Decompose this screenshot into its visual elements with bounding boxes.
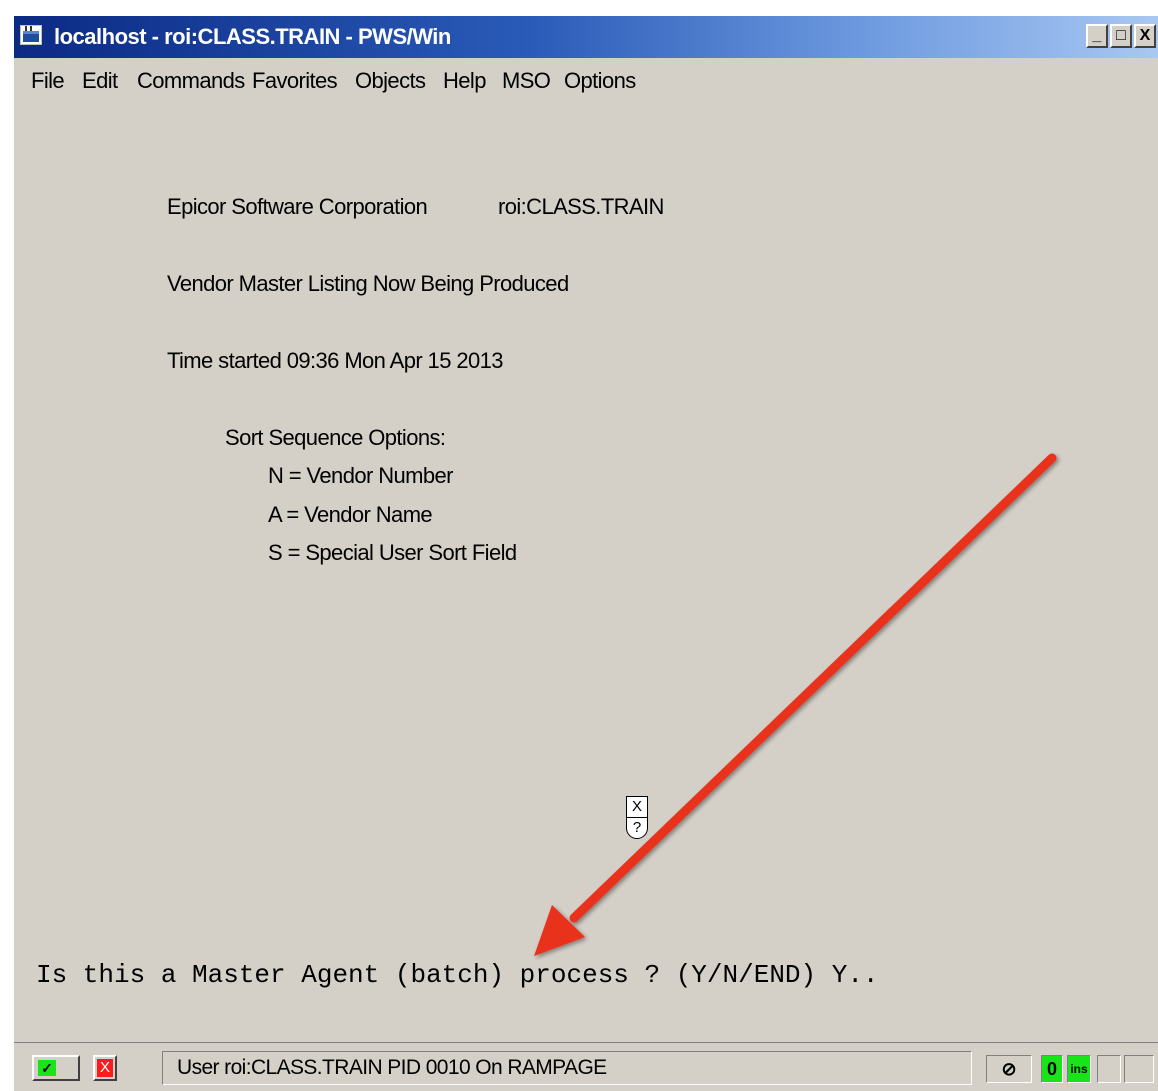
cancel-button[interactable]: X	[93, 1055, 117, 1081]
zero-indicator: 0	[1041, 1055, 1063, 1083]
mouse-cursor-icon: X ?	[626, 796, 648, 840]
maximize-button[interactable]: □	[1110, 24, 1132, 48]
sort-option: N = Vendor Number	[268, 463, 453, 488]
account-name: roi:CLASS.TRAIN	[498, 194, 664, 219]
sort-option: S = Special User Sort Field	[268, 540, 517, 565]
menu-file[interactable]: File	[31, 68, 65, 94]
time-started: Time started 09:36 Mon Apr 15 2013	[167, 348, 503, 373]
session-panel: User roi:CLASS.TRAIN PID 0010 On RAMPAGE	[162, 1051, 972, 1085]
sort-heading: Sort Sequence Options:	[225, 425, 446, 450]
menu-objects[interactable]: Objects	[355, 68, 426, 94]
prohibit-icon: ⊘	[986, 1055, 1032, 1083]
status-indicator-empty	[1097, 1055, 1121, 1083]
menu-bar: File Edit Commands Favorites Objects Hel…	[14, 62, 1158, 102]
app-icon[interactable]	[20, 25, 42, 45]
report-title: Vendor Master Listing Now Being Produced	[167, 271, 569, 296]
menu-edit[interactable]: Edit	[82, 68, 118, 94]
check-icon: ✓	[38, 1060, 56, 1076]
status-indicator-empty	[1124, 1055, 1154, 1083]
close-button[interactable]: X	[1134, 24, 1156, 48]
status-bar: ✓ X User roi:CLASS.TRAIN PID 0010 On RAM…	[14, 1042, 1158, 1091]
menu-mso[interactable]: MSO	[502, 68, 551, 94]
menu-help[interactable]: Help	[443, 68, 486, 94]
pws-window: localhost - roi:CLASS.TRAIN - PWS/Win _ …	[12, 16, 1158, 1091]
window-title: localhost - roi:CLASS.TRAIN - PWS/Win	[54, 24, 451, 49]
close-icon: X	[97, 1059, 113, 1077]
ok-button[interactable]: ✓	[32, 1055, 80, 1081]
sort-option: A = Vendor Name	[268, 502, 433, 527]
company-name: Epicor Software Corporation	[167, 194, 428, 219]
session-info: User roi:CLASS.TRAIN PID 0010 On RAMPAGE	[177, 1056, 607, 1079]
insert-mode-indicator: ins	[1067, 1055, 1091, 1083]
menu-favorites[interactable]: Favorites	[252, 68, 338, 94]
title-bar[interactable]: localhost - roi:CLASS.TRAIN - PWS/Win _ …	[14, 16, 1158, 58]
batch-process-prompt[interactable]: Is this a Master Agent (batch) process ?…	[36, 960, 879, 990]
minimize-button[interactable]: _	[1086, 24, 1108, 48]
menu-options[interactable]: Options	[564, 68, 636, 94]
menu-commands[interactable]: Commands	[137, 68, 245, 94]
